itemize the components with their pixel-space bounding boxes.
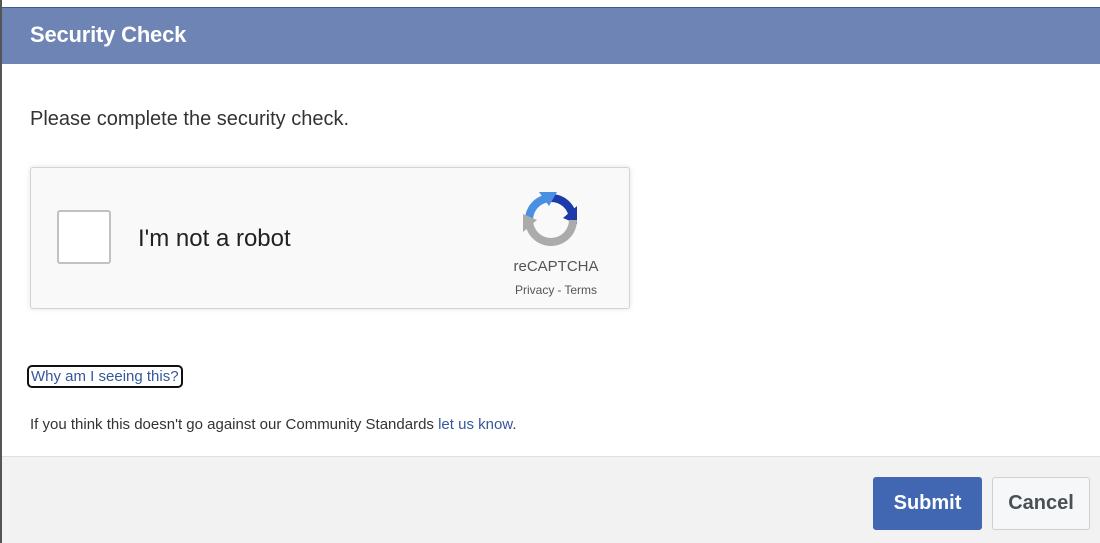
why-am-i-seeing-this-link[interactable]: Why am I seeing this? bbox=[27, 365, 183, 388]
note-text: If you think this doesn't go against our… bbox=[30, 416, 439, 433]
dialog-title: Security Check bbox=[30, 22, 187, 47]
dialog-header: Security Check bbox=[2, 7, 1100, 64]
let-us-know-link[interactable]: let us know bbox=[438, 416, 512, 433]
recaptcha-widget: I'm not a robot reCAPTCHA Privacy - Terms bbox=[30, 167, 630, 309]
dialog-body: Please complete the security check. I'm … bbox=[2, 64, 1100, 456]
recaptcha-brand: reCAPTCHA bbox=[513, 258, 599, 275]
recaptcha-links: Privacy - Terms bbox=[486, 283, 626, 297]
recaptcha-label: I'm not a robot bbox=[138, 225, 291, 252]
submit-button[interactable]: Submit bbox=[873, 477, 982, 530]
recaptcha-logo-icon bbox=[523, 192, 577, 246]
top-strip bbox=[2, 0, 1100, 7]
cancel-button[interactable]: Cancel bbox=[992, 477, 1090, 530]
instruction-text: Please complete the security check. bbox=[30, 108, 350, 130]
security-check-dialog: Security Check Please complete the secur… bbox=[0, 0, 1100, 543]
recaptcha-privacy-link[interactable]: Privacy bbox=[515, 283, 554, 297]
recaptcha-terms-link[interactable]: Terms bbox=[564, 283, 597, 297]
community-standards-note: If you think this doesn't go against our… bbox=[30, 416, 516, 433]
recaptcha-separator: - bbox=[557, 283, 562, 297]
recaptcha-checkbox[interactable] bbox=[57, 210, 111, 264]
note-end: . bbox=[512, 416, 517, 433]
dialog-footer: Submit Cancel bbox=[2, 456, 1100, 543]
